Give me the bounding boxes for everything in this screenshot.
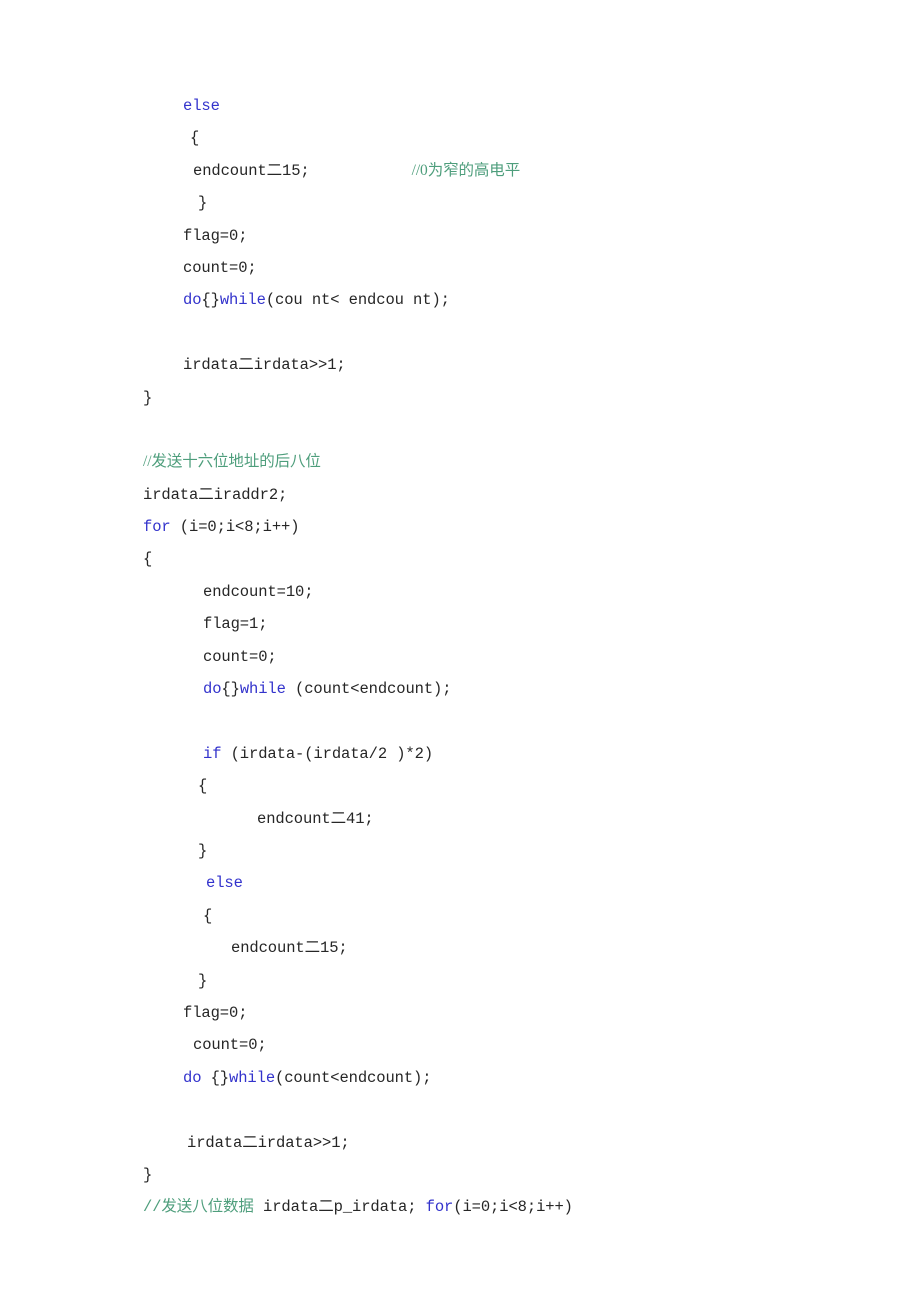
code-text: irdata二irdata>>1; bbox=[183, 356, 346, 375]
code-text: count=0; bbox=[203, 647, 277, 666]
code-text: } bbox=[143, 388, 153, 407]
code-line: //发送十六位地址的后八位 bbox=[143, 446, 883, 478]
code-line: else bbox=[143, 867, 883, 899]
code-text: { bbox=[190, 129, 200, 148]
code-text: {} bbox=[201, 291, 220, 310]
code-text: { bbox=[203, 906, 213, 925]
code-line: //发送八位数据 irdata二p_irdata; for(i=0;i<8;i+… bbox=[143, 1191, 883, 1223]
code-keyword: while bbox=[239, 680, 286, 699]
code-keyword: for bbox=[425, 1198, 454, 1217]
code-line: { bbox=[143, 543, 883, 575]
code-line: endcount=10; bbox=[143, 576, 883, 608]
code-line: endcount二15; bbox=[143, 932, 883, 964]
code-text: } bbox=[143, 1165, 153, 1184]
code-text: {} bbox=[201, 1068, 230, 1087]
code-listing: else { endcount二15; //0为窄的高电平} flag=0; count=… bbox=[143, 90, 883, 1224]
code-text: flag=0; bbox=[183, 226, 248, 245]
code-line: endcount二41; bbox=[143, 803, 883, 835]
code-text: } bbox=[198, 971, 208, 990]
code-keyword: else bbox=[183, 97, 220, 115]
code-keyword: do bbox=[183, 1068, 202, 1087]
code-text: { bbox=[198, 777, 208, 796]
code-line: if (irdata-(irdata/2 )*2) bbox=[143, 738, 883, 770]
code-line: } bbox=[143, 187, 883, 219]
code-line: irdata二iraddr2; bbox=[143, 479, 883, 511]
code-line: count=0; bbox=[143, 252, 883, 284]
code-line: endcount二15; //0为窄的高电平 bbox=[143, 155, 883, 187]
code-line: } bbox=[143, 382, 883, 414]
code-line: else bbox=[143, 90, 883, 122]
code-keyword: else bbox=[206, 874, 243, 893]
code-comment: //发送十六位地址的后八位 bbox=[143, 453, 321, 471]
code-line: flag=0; bbox=[143, 220, 883, 252]
code-text: endcount二41; bbox=[257, 809, 374, 828]
code-line: } bbox=[143, 835, 883, 867]
code-text: (irdata-(irdata/2 )*2) bbox=[221, 744, 434, 763]
code-keyword: while bbox=[229, 1068, 276, 1087]
code-line: irdata二irdata>>1; bbox=[143, 1127, 883, 1159]
code-text: (cou nt< endcou nt); bbox=[265, 291, 450, 310]
code-line: for (i=0;i<8;i++) bbox=[143, 511, 883, 543]
code-text: (i=0;i<8;i++) bbox=[170, 518, 300, 537]
code-text: irdata二iraddr2; bbox=[143, 485, 288, 504]
code-text: flag=1; bbox=[203, 615, 268, 634]
code-keyword: for bbox=[143, 518, 171, 537]
code-text: endcount二15; bbox=[231, 939, 348, 958]
code-line: { bbox=[143, 122, 883, 154]
code-comment: //发送八位数据 bbox=[143, 1198, 254, 1217]
code-line: flag=1; bbox=[143, 608, 883, 640]
code-keyword: do bbox=[183, 291, 202, 310]
code-keyword: do bbox=[203, 680, 222, 699]
code-text: endcount=10; bbox=[203, 582, 314, 601]
code-text: flag=0; bbox=[183, 1003, 248, 1022]
code-text: (count<endcount); bbox=[285, 680, 452, 699]
code-trailing-comment: //0为窄的高电平 bbox=[411, 161, 521, 179]
code-text: } bbox=[198, 194, 208, 213]
code-text: (count<endcount); bbox=[275, 1068, 432, 1087]
code-text: { bbox=[143, 550, 153, 569]
code-line: do{}while (count<endcount); bbox=[143, 673, 883, 705]
code-line: flag=0; bbox=[143, 997, 883, 1029]
code-line: } bbox=[143, 1159, 883, 1191]
code-line: count=0; bbox=[143, 1029, 883, 1061]
code-text: } bbox=[198, 841, 208, 860]
code-keyword: while bbox=[219, 291, 266, 310]
code-text: endcount二15; bbox=[193, 161, 310, 180]
code-text: count=0; bbox=[183, 258, 257, 277]
code-line: do {}while(count<endcount); bbox=[143, 1062, 883, 1094]
code-line: do{}while(cou nt< endcou nt); bbox=[143, 284, 883, 316]
document-page: else { endcount二15; //0为窄的高电平} flag=0; count=… bbox=[0, 0, 920, 1302]
code-text: irdata二p_irdata; bbox=[253, 1198, 426, 1217]
code-text: {} bbox=[221, 680, 240, 699]
code-text: irdata二irdata>>1; bbox=[187, 1133, 350, 1152]
code-text: count=0; bbox=[193, 1036, 267, 1055]
code-line: } bbox=[143, 965, 883, 997]
code-keyword: if bbox=[203, 744, 222, 763]
code-line: irdata二irdata>>1; bbox=[143, 349, 883, 381]
code-text: (i=0;i<8;i++) bbox=[453, 1198, 573, 1217]
code-line: count=0; bbox=[143, 641, 883, 673]
code-line: { bbox=[143, 900, 883, 932]
code-line: { bbox=[143, 770, 883, 802]
